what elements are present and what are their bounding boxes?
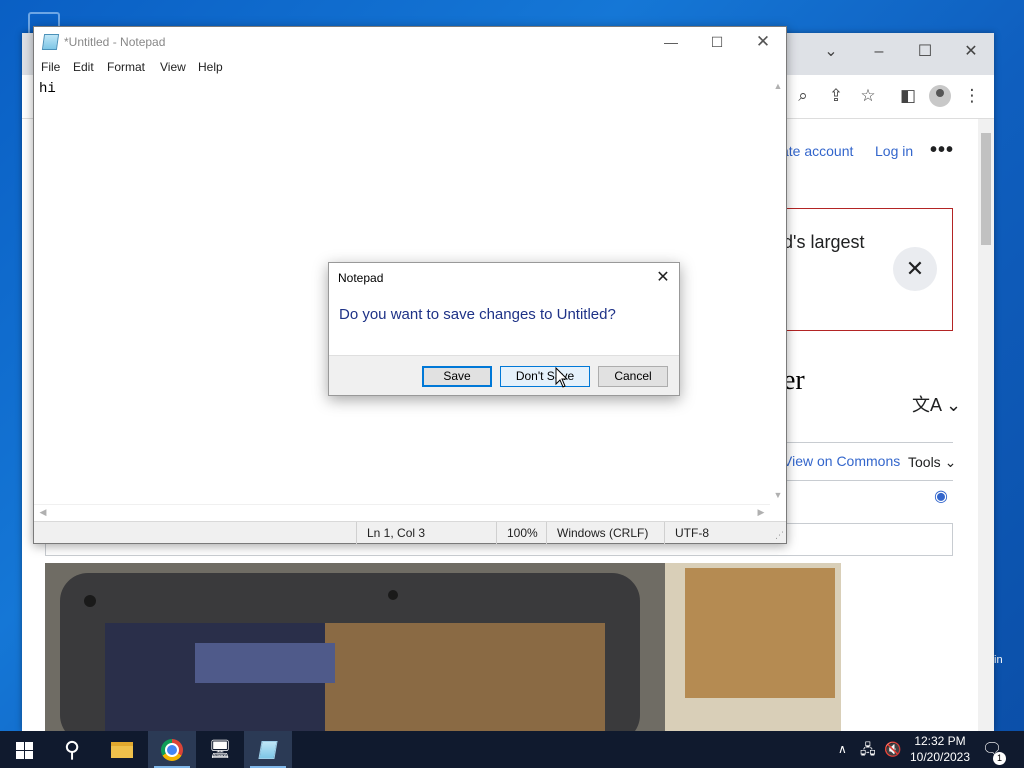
login-link[interactable]: Log in (875, 143, 913, 159)
create-account-link[interactable]: ate account (781, 143, 853, 159)
divider (783, 442, 953, 443)
dont-save-button[interactable]: Don't Save (500, 366, 590, 387)
notepad-taskbar-icon[interactable] (244, 731, 292, 768)
file-explorer-icon[interactable] (98, 731, 146, 768)
scroll-down-icon[interactable]: ▼ (770, 490, 786, 500)
notepad-titlebar: *Untitled - Notepad — ☐ ✕ (34, 27, 786, 57)
save-changes-dialog: Notepad ✕ Do you want to save changes to… (328, 262, 680, 396)
banner-close-icon[interactable]: ✕ (893, 247, 937, 291)
clock[interactable]: 12:32 PM 10/20/2023 (906, 733, 974, 765)
dialog-close-icon[interactable]: ✕ (652, 267, 674, 287)
notepad-title: *Untitled - Notepad (64, 35, 166, 49)
maximize-button[interactable]: ☐ (902, 38, 948, 66)
scroll-left-icon[interactable]: ◀ (35, 507, 51, 518)
close-button[interactable]: ✕ (948, 38, 994, 66)
notepad-vertical-scrollbar[interactable]: ▲ ▼ (770, 78, 786, 504)
minimize-button[interactable]: – (856, 38, 902, 66)
scroll-right-icon[interactable]: ▶ (753, 507, 769, 518)
search-icon[interactable]: ⚲ (48, 731, 96, 768)
show-hidden-icons-chevron[interactable]: ∧ (838, 731, 847, 768)
clock-date: 10/20/2023 (909, 750, 971, 764)
side-panel-icon[interactable]: ◧ (895, 83, 921, 109)
tab-search-chevron-icon[interactable]: ⌄ (808, 38, 854, 66)
resize-grip-icon[interactable]: ⋰ (775, 530, 784, 541)
line-ending: Windows (CRLF) (546, 522, 664, 544)
encoding: UTF-8 (664, 522, 786, 544)
volume-muted-icon[interactable]: 🔇 (884, 731, 901, 768)
notepad-statusbar: Ln 1, Col 3 100% Windows (CRLF) UTF-8 ⋰ (34, 521, 786, 544)
menu-file[interactable]: File (41, 60, 60, 74)
menu-format[interactable]: Format (107, 60, 145, 74)
banner-text: d's largest (783, 232, 865, 252)
wikimedia-icon: ◉ (934, 488, 948, 505)
start-button[interactable] (0, 731, 48, 768)
scroll-up-icon[interactable]: ▲ (770, 81, 786, 91)
more-options-icon[interactable]: ••• (930, 139, 954, 162)
profile-avatar-icon[interactable] (927, 83, 953, 109)
taskbar: ⚲ 🖥 ∧ 🖧 🔇 12:32 PM 10/20/2023 🗨 1 (0, 731, 1024, 768)
menu-help[interactable]: Help (198, 60, 223, 74)
dialog-title: Notepad (338, 271, 384, 285)
desktop-icon-label: in (994, 654, 1003, 666)
page-scrollbar-thumb[interactable] (981, 133, 991, 245)
dialog-message: Do you want to save changes to Untitled? (339, 306, 616, 323)
dialog-footer: Save Don't Save Cancel (329, 355, 679, 395)
language-icon[interactable]: 文A ⌄ (912, 391, 961, 417)
chrome-taskbar-icon[interactable] (148, 731, 196, 768)
close-button[interactable]: ✕ (740, 27, 786, 57)
maximize-button[interactable]: ☐ (694, 27, 740, 57)
cancel-button[interactable]: Cancel (598, 366, 668, 387)
search-icon[interactable]: ⌕ (790, 83, 816, 109)
notepad-app-icon (41, 34, 60, 50)
notepad-menubar: File Edit Format View Help (34, 57, 786, 78)
windows-logo-icon (15, 741, 33, 759)
view-on-commons-link[interactable]: View on Commons (783, 453, 900, 469)
notepad-horizontal-scrollbar[interactable]: ◀ ▶ (34, 504, 770, 521)
menu-view[interactable]: View (160, 60, 186, 74)
mouse-cursor-icon (555, 367, 569, 388)
zoom-level: 100% (496, 522, 546, 544)
tools-label: Tools (908, 454, 941, 470)
divider (783, 480, 953, 481)
minimize-button[interactable]: — (648, 27, 694, 57)
save-button[interactable]: Save (422, 366, 492, 387)
laptop-photo (45, 563, 841, 731)
notification-count-badge: 1 (993, 752, 1006, 765)
kebab-menu-icon[interactable]: ⋮ (959, 83, 985, 109)
cursor-position: Ln 1, Col 3 (356, 522, 496, 544)
share-icon[interactable]: ⇪ (823, 83, 849, 109)
menu-edit[interactable]: Edit (73, 60, 94, 74)
network-app-taskbar-icon[interactable]: 🖥 (196, 731, 244, 768)
tools-dropdown[interactable]: Tools ⌄ (908, 454, 956, 471)
bookmark-star-icon[interactable]: ☆ (855, 83, 881, 109)
clock-time: 12:32 PM (914, 734, 966, 748)
network-icon[interactable]: 🖧 (860, 731, 876, 768)
